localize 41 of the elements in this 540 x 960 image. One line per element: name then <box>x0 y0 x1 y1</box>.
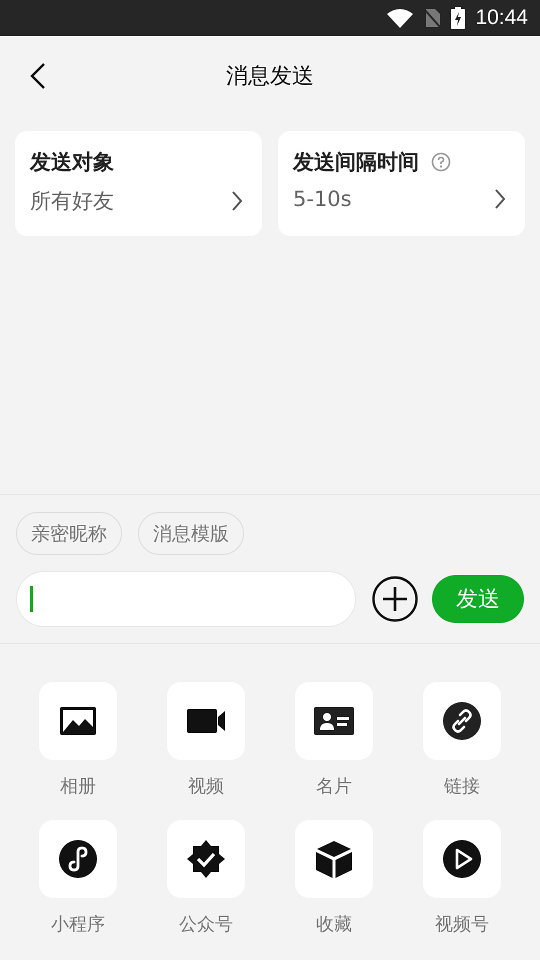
setting-value: 5-10s <box>293 187 352 211</box>
attachment-label: 收藏 <box>316 913 352 936</box>
attachment-label: 小程序 <box>51 913 105 936</box>
check-badge-icon <box>185 838 227 880</box>
setting-card[interactable]: 发送间隔时间 5-10s <box>278 131 525 236</box>
cube-icon <box>313 838 355 880</box>
attachment-tile[interactable] <box>423 820 501 898</box>
chevron-icon <box>494 189 506 209</box>
help-icon[interactable] <box>431 152 451 172</box>
attachment-tile[interactable] <box>295 820 373 898</box>
setting-value: 所有好友 <box>30 188 114 215</box>
attachment-label: 名片 <box>316 775 352 798</box>
page-title: 消息发送 <box>226 63 314 91</box>
attachment-tile[interactable] <box>167 820 245 898</box>
setting-card[interactable]: 发送对象 所有好友 <box>15 131 262 236</box>
text-cursor <box>30 586 33 612</box>
template-chip[interactable]: 亲密昵称 <box>16 512 122 555</box>
template-chip[interactable]: 消息模版 <box>138 512 244 555</box>
send-button[interactable]: 发送 <box>432 575 524 623</box>
setting-title: 发送间隔时间 <box>293 149 419 176</box>
status-time: 10:44 <box>475 6 528 30</box>
chevron-icon <box>231 191 243 211</box>
attachment-label: 视频号 <box>435 913 489 936</box>
attachment-tile[interactable] <box>167 682 245 760</box>
attachment-label: 链接 <box>444 775 480 798</box>
attachment-label: 公众号 <box>179 913 233 936</box>
plus-icon[interactable] <box>372 576 418 622</box>
back-icon <box>30 62 46 90</box>
setting-title: 发送对象 <box>30 149 114 176</box>
link-icon <box>441 700 483 742</box>
attachment-label: 视频 <box>188 775 224 798</box>
wifi-icon <box>387 8 414 28</box>
attachment-tile[interactable] <box>295 682 373 760</box>
attachment-tile[interactable] <box>423 682 501 760</box>
battery-icon <box>451 7 466 29</box>
attachment-label: 相册 <box>60 775 96 798</box>
loop-icon <box>57 838 99 880</box>
no-sim-icon <box>423 8 442 28</box>
attachment-tile[interactable] <box>39 820 117 898</box>
play-icon <box>441 838 483 880</box>
attachment-tile[interactable] <box>39 682 117 760</box>
